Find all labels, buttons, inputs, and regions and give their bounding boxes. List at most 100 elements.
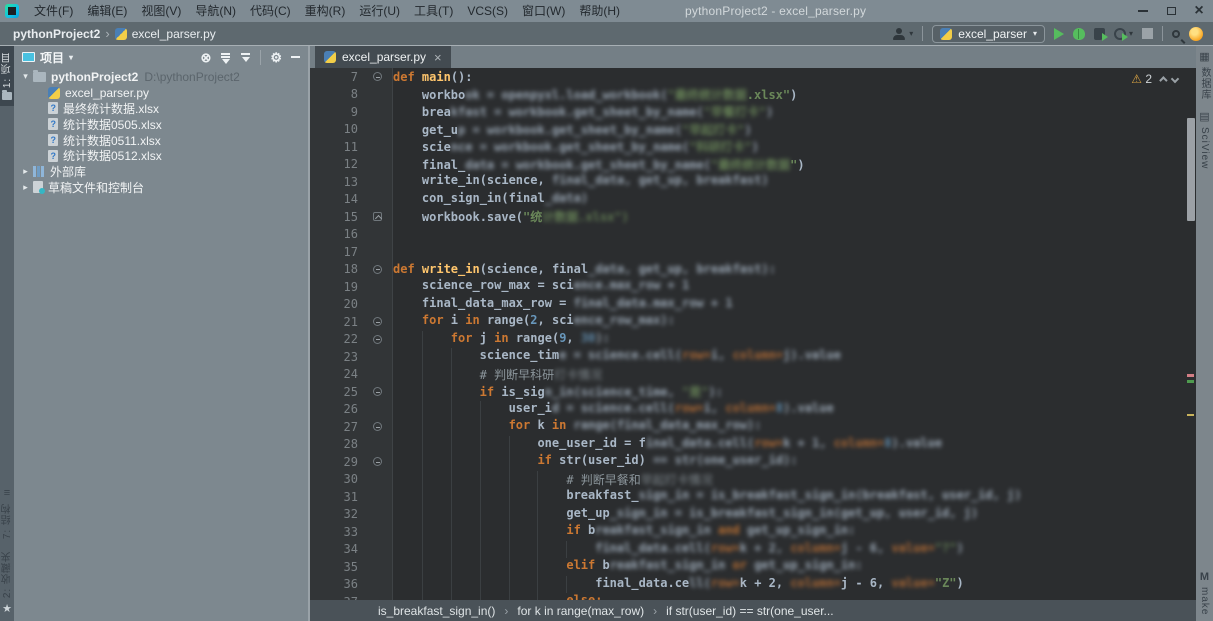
locate-file-icon[interactable]: ⊗ (200, 51, 211, 64)
menu-item[interactable]: 重构(R) (298, 0, 353, 22)
status-breadcrumb-item[interactable]: if str(user_id) == str(one_user... (666, 604, 833, 618)
tree-row[interactable]: 统计数据0505.xlsx (14, 116, 308, 132)
inspections-widget[interactable]: ⚠ 2 (1131, 72, 1178, 86)
tab-excel-parser[interactable]: excel_parser.py × (315, 46, 451, 68)
gear-icon[interactable]: ⚙ (270, 51, 282, 64)
fold-marker-icon[interactable] (373, 335, 382, 344)
code-line[interactable]: 33if breakfast_sign_in and get_up_sign_i… (310, 523, 1196, 541)
tree-row[interactable]: 统计数据0511.xlsx (14, 132, 308, 148)
tool-strip-tab-2-[interactable]: 2: 收藏夹★ (0, 545, 15, 621)
code-line[interactable]: 8workbook = openpyxl.load_workbook("最终统计… (310, 86, 1196, 104)
code-line[interactable]: 27for k in range(final_data_max_row): (310, 418, 1196, 436)
previous-problem-icon[interactable] (1159, 76, 1167, 84)
hide-panel-icon[interactable] (291, 56, 300, 58)
menu-item[interactable]: 视图(V) (134, 0, 188, 22)
code-line[interactable]: 29if str(user_id) == str(one_user_id): (310, 453, 1196, 471)
tree-row[interactable]: ▾pythonProject2D:\pythonProject2 (14, 69, 308, 85)
user-menu[interactable]: ▾ (893, 28, 913, 40)
collapse-all-icon[interactable] (240, 52, 251, 63)
code-line[interactable]: 16 (310, 226, 1196, 244)
code-line[interactable]: 15workbook.save("统计数据.xlsx") (310, 208, 1196, 226)
tree-row[interactable]: ▸外部库 (14, 164, 308, 180)
tree-row[interactable]: ▸草稿文件和控制台 (14, 180, 308, 196)
chevron-open-icon[interactable]: ▾ (18, 71, 33, 82)
expand-selected-icon[interactable] (220, 52, 231, 63)
tree-row[interactable]: 最终统计数据.xlsx (14, 101, 308, 117)
menu-item[interactable]: 窗口(W) (515, 0, 572, 22)
code-line[interactable]: 18def write_in(science, final_data, get_… (310, 261, 1196, 279)
error-stripe-mark[interactable] (1187, 374, 1194, 377)
status-breadcrumb-item[interactable]: for k in range(max_row) (517, 604, 644, 618)
menu-item[interactable]: 文件(F) (27, 0, 80, 22)
code-line[interactable]: 13write_in(science, final_data, get_up, … (310, 173, 1196, 191)
code-line[interactable]: 14con_sign_in(final_data) (310, 191, 1196, 209)
tool-strip-tab-1-[interactable]: 1: 项目 (0, 46, 14, 106)
code-line[interactable]: 30# 判断早餐和早起打卡情况 (310, 471, 1196, 489)
fold-marker-icon[interactable] (373, 422, 382, 431)
close-button[interactable]: × (1185, 0, 1213, 22)
menu-item[interactable]: 运行(U) (352, 0, 407, 22)
run-with-coverage-button[interactable] (1094, 28, 1105, 40)
search-everywhere-button[interactable] (1172, 30, 1180, 38)
code-line[interactable]: 31breakfast_sign_in = is_breakfast_sign_… (310, 488, 1196, 506)
code-line[interactable]: 28one_user_id = final_data.cell(row=k + … (310, 436, 1196, 454)
minimize-button[interactable] (1129, 0, 1157, 22)
maximize-button[interactable] (1157, 0, 1185, 22)
scrollbar-thumb[interactable] (1187, 118, 1195, 221)
breadcrumb-file[interactable]: excel_parser.py (132, 27, 216, 41)
tree-row[interactable]: excel_parser.py (14, 85, 308, 101)
chevron-down-icon[interactable]: ▾ (69, 53, 73, 62)
fold-marker-icon[interactable] (373, 212, 382, 221)
code-line[interactable]: 26user_id = science.cell(row=i, column=8… (310, 401, 1196, 419)
code-line[interactable]: 9breakfast = workbook.get_sheet_by_name(… (310, 103, 1196, 121)
code-line[interactable]: 22for j in range(9, 30): (310, 331, 1196, 349)
project-panel-title[interactable]: 项目 (40, 49, 64, 66)
fold-marker-icon[interactable] (373, 457, 382, 466)
profiler-button[interactable]: ▾ (1114, 28, 1133, 40)
menu-item[interactable]: 帮助(H) (572, 0, 627, 22)
error-stripe-mark[interactable] (1187, 380, 1194, 383)
events-icon[interactable] (1189, 27, 1203, 41)
error-stripe-mark[interactable] (1187, 414, 1194, 416)
tool-strip-tab-make[interactable]: Mmake (1199, 565, 1210, 621)
code-line[interactable]: 24# 判断早科研打卡情况 (310, 366, 1196, 384)
tree-row[interactable]: 统计数据0512.xlsx (14, 148, 308, 164)
code-line[interactable]: 17 (310, 243, 1196, 261)
tool-strip-tab--[interactable]: ▦数据库 (1197, 46, 1212, 106)
code-line[interactable]: 25if is_sign_in(science_time, "是"): (310, 383, 1196, 401)
run-button[interactable] (1054, 28, 1064, 40)
code-line[interactable]: 23science_time = science.cell(row=i, col… (310, 348, 1196, 366)
code-line[interactable]: 11science = workbook.get_sheet_by_name("… (310, 138, 1196, 156)
breadcrumb-project[interactable]: pythonProject2 (13, 27, 100, 41)
code-line[interactable]: 21for i in range(2, science_row_max): (310, 313, 1196, 331)
code-line[interactable]: 20final_data_max_row = final_data.max_ro… (310, 296, 1196, 314)
debug-button[interactable] (1073, 28, 1085, 40)
code-line[interactable]: 37else: (310, 593, 1196, 600)
chevron-closed-icon[interactable]: ▸ (18, 166, 33, 177)
close-tab-icon[interactable]: × (434, 50, 442, 65)
code-line[interactable]: 34final_data.cell(row=k + 2, column=j - … (310, 541, 1196, 559)
stop-button[interactable] (1142, 28, 1153, 39)
menu-item[interactable]: VCS(S) (460, 0, 515, 22)
code-line[interactable]: 19science_row_max = science.max_row + 1 (310, 278, 1196, 296)
chevron-closed-icon[interactable]: ▸ (18, 182, 33, 193)
fold-marker-icon[interactable] (373, 265, 382, 274)
code-line[interactable]: 12final_data = workbook.get_sheet_by_nam… (310, 156, 1196, 174)
code-line[interactable]: 35elif breakfast_sign_in or get_up_sign_… (310, 558, 1196, 576)
code-line[interactable]: 10get_up = workbook.get_sheet_by_name("早… (310, 121, 1196, 139)
status-breadcrumb-item[interactable]: is_breakfast_sign_in() (378, 604, 495, 618)
next-problem-icon[interactable] (1171, 75, 1179, 83)
code-line[interactable]: 7def main(): (310, 68, 1196, 86)
fold-marker-icon[interactable] (373, 317, 382, 326)
code-line[interactable]: 36final_data.cell(row=k + 2, column=j - … (310, 576, 1196, 594)
run-configuration-select[interactable]: excel_parser ▾ (932, 25, 1045, 43)
code-editor[interactable]: 7def main():8workbook = openpyxl.load_wo… (310, 68, 1196, 600)
fold-marker-icon[interactable] (373, 387, 382, 396)
menu-item[interactable]: 工具(T) (407, 0, 460, 22)
menu-item[interactable]: 代码(C) (243, 0, 298, 22)
editor-scrollbar[interactable] (1185, 68, 1196, 600)
tool-strip-tab-7-[interactable]: ≡7: 结构 (0, 482, 15, 545)
tool-strip-tab-sciview[interactable]: ▤SciView (1199, 106, 1210, 175)
fold-marker-icon[interactable] (373, 72, 382, 81)
code-line[interactable]: 32get_up_sign_in = is_breakfast_sign_in(… (310, 506, 1196, 524)
